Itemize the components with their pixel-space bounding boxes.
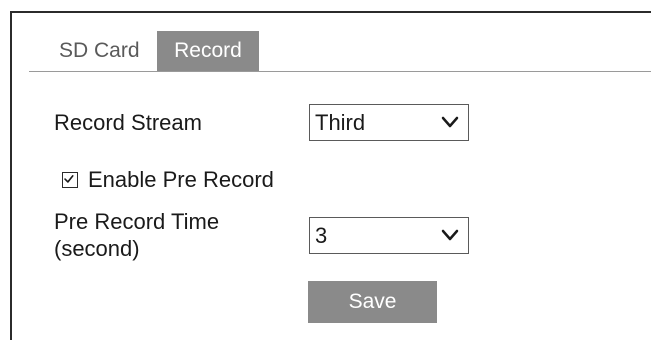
- pre-record-time-label: Pre Record Time: [54, 209, 220, 234]
- save-button[interactable]: Save: [308, 281, 437, 323]
- tab-record[interactable]: Record: [157, 31, 259, 71]
- record-stream-select[interactable]: Third: [309, 104, 469, 141]
- tab-sd-card[interactable]: SD Card: [29, 31, 157, 71]
- tab-bar: SD Card Record: [29, 31, 259, 71]
- record-stream-label: Record Stream: [54, 110, 202, 135]
- chevron-down-icon: [441, 229, 459, 241]
- pre-record-time-unit-label: (second): [54, 236, 140, 261]
- enable-pre-record-checkbox[interactable]: [62, 172, 78, 188]
- enable-pre-record-row[interactable]: Enable Pre Record: [62, 167, 274, 193]
- tab-divider: [29, 71, 651, 72]
- record-stream-value: Third: [315, 110, 366, 135]
- chevron-down-icon: [441, 116, 459, 128]
- enable-pre-record-label: Enable Pre Record: [88, 167, 274, 192]
- pre-record-time-select[interactable]: 3: [309, 217, 469, 254]
- checkmark-icon: [64, 175, 74, 183]
- pre-record-time-value: 3: [315, 223, 328, 248]
